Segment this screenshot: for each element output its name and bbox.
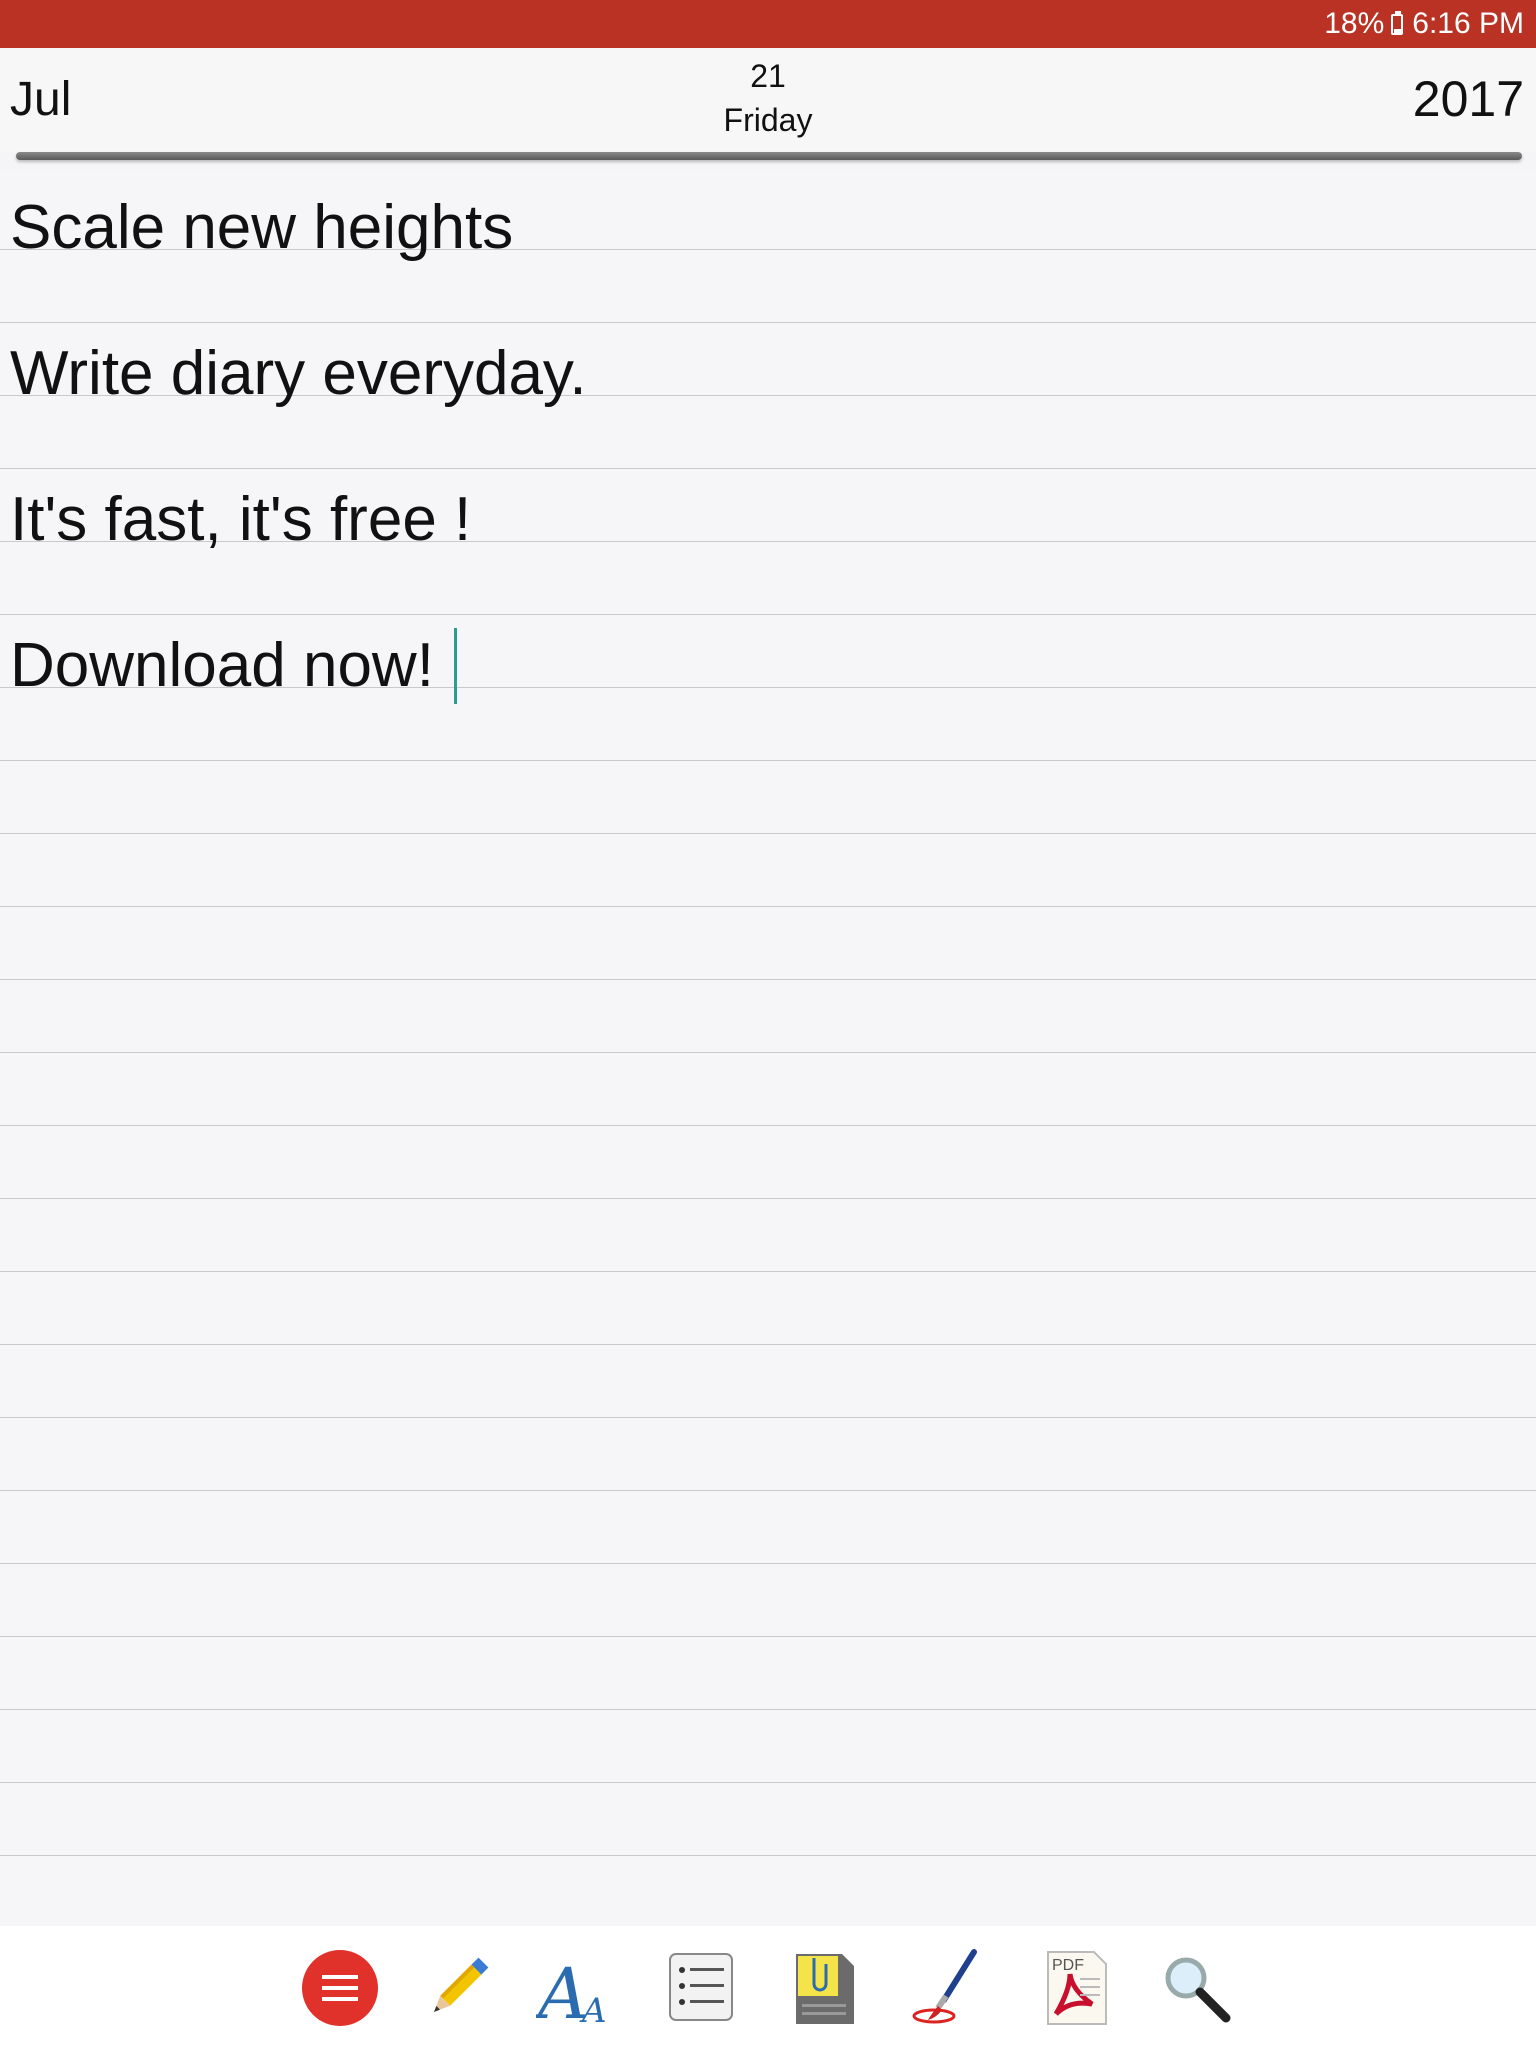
entry-line-2[interactable]: Write diary everyday. [10,343,587,405]
entry-line-3[interactable]: It's fast, it's free ! [10,489,471,551]
ruled-line [0,1198,1536,1199]
ruled-line [0,614,1536,615]
clock: 6:16 PM [1412,7,1524,40]
svg-text:A: A [536,1953,589,2028]
ruled-line [0,468,1536,469]
svg-text:PDF: PDF [1052,1957,1084,1974]
ruled-line [0,1052,1536,1053]
menu-icon[interactable] [300,1948,380,2028]
ruled-line [0,1782,1536,1783]
ruled-line [0,906,1536,907]
battery-percent: 18% [1324,7,1385,40]
day-number[interactable]: 21 [0,58,1536,95]
pencil-icon[interactable] [418,1948,498,2028]
ruled-line [0,1636,1536,1637]
font-icon[interactable]: A A [532,1948,616,2035]
ruled-line [0,1855,1536,1856]
ruled-line [0,1417,1536,1418]
date-header: Jul 21 Friday 2017 [0,48,1536,152]
ruled-line [0,760,1536,761]
bottom-toolbar: A A PDF [0,1926,1536,2048]
text-cursor [454,628,457,704]
ruled-line [0,1344,1536,1345]
ruled-line [0,1563,1536,1564]
pdf-icon[interactable]: PDF [1036,1948,1116,2028]
ruled-line [0,1490,1536,1491]
attachment-icon[interactable] [784,1948,864,2028]
list-icon[interactable] [660,1948,740,2028]
ruled-line [0,1709,1536,1710]
entry-line-4[interactable]: Download now! [10,635,434,697]
ruled-line [0,1125,1536,1126]
status-indicators: 18% 6:16 PM [1324,0,1524,48]
ruled-line [0,979,1536,980]
status-bar: 18% 6:16 PM [0,0,1536,48]
entry-line-1[interactable]: Scale new heights [10,197,513,259]
year-label[interactable]: 2017 [1413,70,1524,128]
header-divider [16,152,1522,160]
ruled-line [0,1271,1536,1272]
ruled-line [0,322,1536,323]
day-name[interactable]: Friday [0,102,1536,139]
search-icon[interactable] [1156,1948,1236,2028]
battery-icon [1390,11,1406,37]
brush-icon[interactable] [908,1948,988,2028]
diary-page[interactable]: Scale new heights Write diary everyday. … [0,170,1536,1926]
ruled-line [0,833,1536,834]
svg-text:A: A [579,1991,607,2028]
